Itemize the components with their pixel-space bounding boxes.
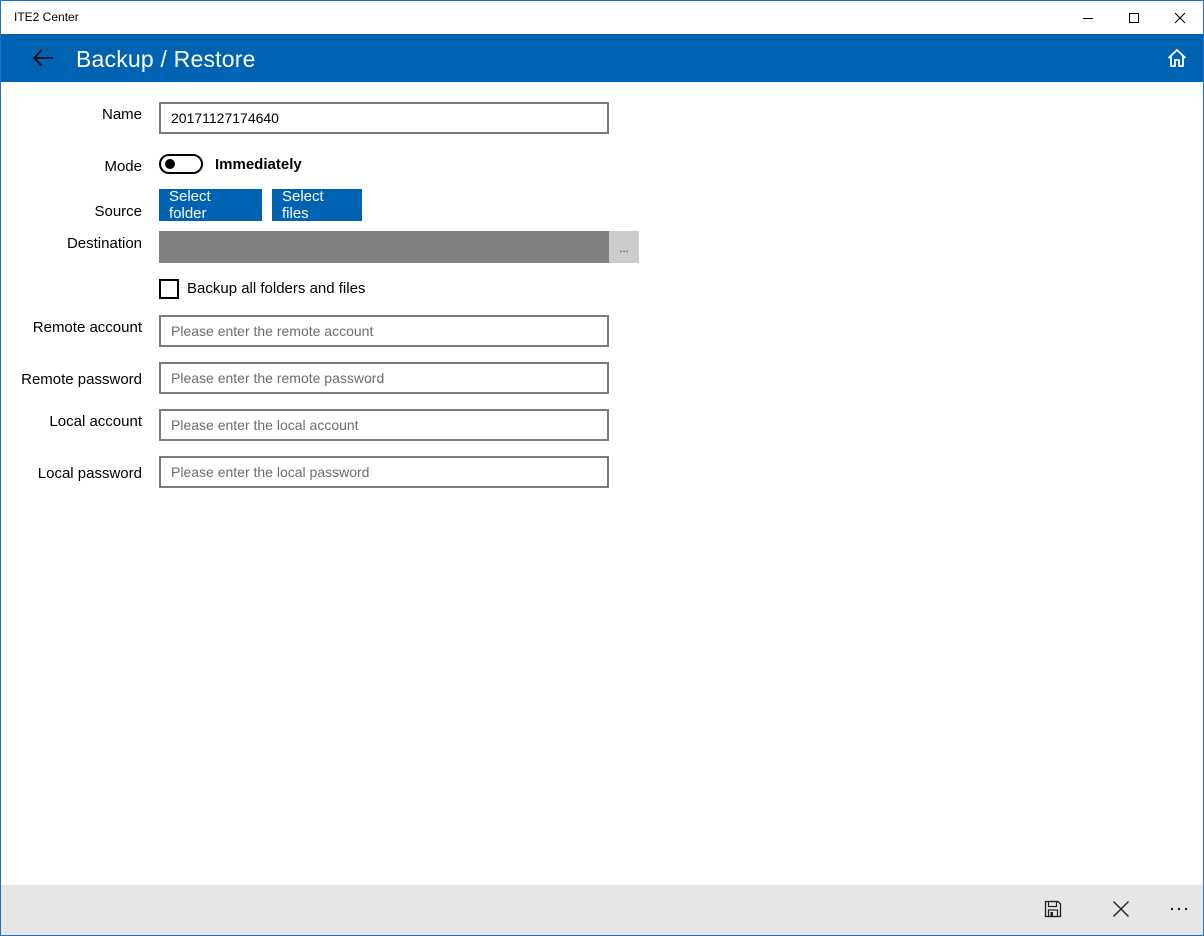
local-password-placeholder: Please enter the local password bbox=[171, 464, 370, 480]
remote-account-placeholder: Please enter the remote account bbox=[171, 323, 374, 339]
destination-browse-button[interactable]: ... bbox=[609, 231, 639, 263]
app-header: Backup / Restore bbox=[1, 34, 1203, 82]
backup-all-label: Backup all folders and files bbox=[187, 280, 366, 297]
local-password-input[interactable]: Please enter the local password bbox=[159, 456, 609, 488]
page-title: Backup / Restore bbox=[76, 46, 256, 72]
destination-label: Destination bbox=[66, 235, 142, 252]
more-icon bbox=[1170, 907, 1188, 911]
home-button[interactable] bbox=[1159, 42, 1195, 74]
cancel-button[interactable] bbox=[1101, 894, 1141, 924]
select-files-button[interactable]: Select files bbox=[272, 188, 362, 222]
local-password-label: Local password bbox=[37, 465, 142, 482]
mode-toggle-label: Immediately bbox=[215, 156, 302, 173]
app-window: ITE2 Center Backup / Restore Name 201711… bbox=[0, 0, 1204, 936]
destination-field[interactable] bbox=[159, 231, 609, 263]
local-account-placeholder: Please enter the local account bbox=[171, 417, 359, 433]
remote-password-label: Remote password bbox=[21, 371, 142, 388]
back-button[interactable] bbox=[23, 42, 63, 74]
name-label: Name bbox=[101, 106, 142, 123]
command-bar bbox=[1, 885, 1203, 935]
home-icon bbox=[1167, 48, 1187, 67]
close-window-button[interactable] bbox=[1157, 1, 1203, 34]
toggle-knob bbox=[165, 159, 175, 169]
remote-password-placeholder: Please enter the remote password bbox=[171, 370, 385, 386]
mode-toggle[interactable] bbox=[159, 154, 203, 174]
select-folder-button[interactable]: Select folder bbox=[159, 188, 262, 222]
save-button[interactable] bbox=[1033, 894, 1073, 924]
remote-account-input[interactable]: Please enter the remote account bbox=[159, 315, 609, 347]
name-input[interactable]: 20171127174640 bbox=[159, 102, 609, 134]
remote-password-input[interactable]: Please enter the remote password bbox=[159, 362, 609, 394]
minimize-icon bbox=[1083, 17, 1093, 19]
close-icon bbox=[1113, 901, 1129, 917]
source-label: Source bbox=[94, 203, 142, 220]
maximize-icon bbox=[1129, 12, 1139, 23]
maximize-button[interactable] bbox=[1111, 1, 1157, 34]
remote-account-label: Remote account bbox=[32, 319, 142, 336]
more-button[interactable] bbox=[1159, 894, 1199, 924]
close-icon bbox=[1174, 12, 1186, 23]
mode-label: Mode bbox=[104, 158, 142, 175]
local-account-label: Local account bbox=[49, 413, 142, 430]
title-bar: ITE2 Center bbox=[1, 1, 1203, 34]
minimize-button[interactable] bbox=[1065, 1, 1111, 34]
save-icon bbox=[1044, 900, 1062, 918]
backup-all-checkbox[interactable] bbox=[159, 279, 179, 299]
name-value: 20171127174640 bbox=[171, 110, 279, 126]
local-account-input[interactable]: Please enter the local account bbox=[159, 409, 609, 441]
arrow-left-icon bbox=[32, 49, 53, 67]
app-title: ITE2 Center bbox=[14, 10, 79, 24]
